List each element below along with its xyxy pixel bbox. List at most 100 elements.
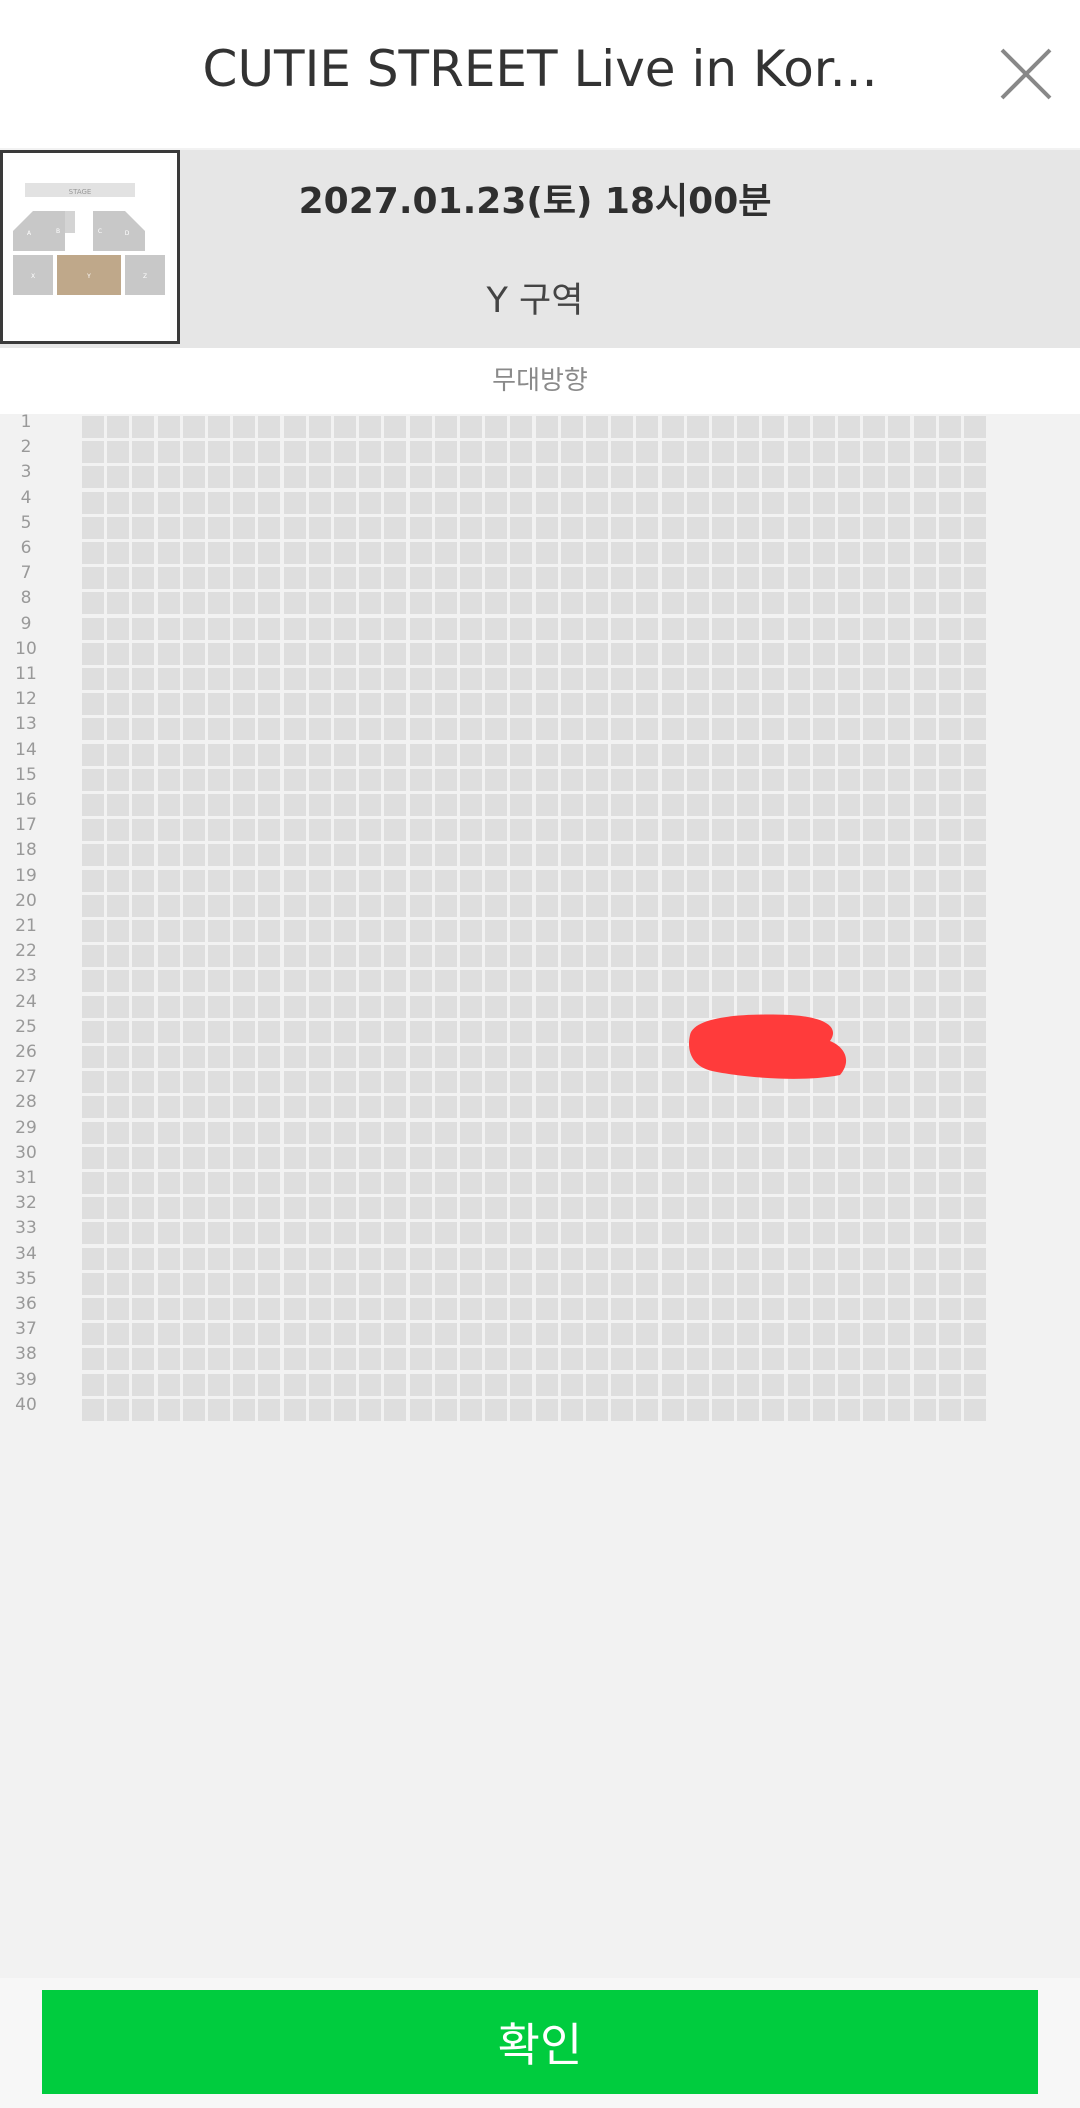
seat[interactable] <box>334 869 356 892</box>
seat[interactable] <box>913 1348 936 1371</box>
seat[interactable] <box>661 1096 684 1119</box>
seat[interactable] <box>434 894 457 917</box>
seat[interactable] <box>535 1096 558 1119</box>
seat[interactable] <box>208 1071 230 1094</box>
seat[interactable] <box>686 819 709 842</box>
seat[interactable] <box>208 1298 230 1320</box>
seat[interactable] <box>434 642 457 665</box>
seat[interactable] <box>409 542 432 564</box>
seat[interactable] <box>712 441 734 464</box>
seat[interactable] <box>157 1348 180 1371</box>
seat[interactable] <box>233 1272 256 1295</box>
seat[interactable] <box>384 1146 407 1169</box>
seat[interactable] <box>359 1348 382 1371</box>
seat[interactable] <box>132 1096 155 1119</box>
seat[interactable] <box>560 995 583 1018</box>
seat[interactable] <box>586 1398 608 1421</box>
seat[interactable] <box>636 1272 659 1295</box>
seat[interactable] <box>913 693 936 716</box>
seat[interactable] <box>283 466 306 489</box>
seat[interactable] <box>334 920 356 942</box>
seat[interactable] <box>888 1146 911 1169</box>
seat[interactable] <box>132 516 155 539</box>
seat[interactable] <box>636 1398 659 1421</box>
seat[interactable] <box>737 516 760 539</box>
seat[interactable] <box>560 819 583 842</box>
seat[interactable] <box>863 920 886 942</box>
seat[interactable] <box>107 1298 130 1320</box>
seat[interactable] <box>586 668 608 690</box>
seat[interactable] <box>258 1046 281 1068</box>
seat[interactable] <box>560 1121 583 1144</box>
seat[interactable] <box>132 768 155 791</box>
seat[interactable] <box>334 1247 356 1270</box>
seat[interactable] <box>82 1121 104 1144</box>
seat[interactable] <box>964 1146 986 1169</box>
seat[interactable] <box>560 617 583 640</box>
seat[interactable] <box>359 567 382 590</box>
seat[interactable] <box>812 1323 835 1346</box>
seat[interactable] <box>888 718 911 741</box>
seat[interactable] <box>157 743 180 766</box>
seat[interactable] <box>812 894 835 917</box>
seat[interactable] <box>838 844 860 867</box>
seat[interactable] <box>737 1096 760 1119</box>
seat[interactable] <box>182 869 205 892</box>
seat[interactable] <box>913 1298 936 1320</box>
seat[interactable] <box>812 1247 835 1270</box>
seat[interactable] <box>434 1197 457 1220</box>
seat[interactable] <box>334 1020 356 1043</box>
seat[interactable] <box>82 466 104 489</box>
seat[interactable] <box>460 416 482 438</box>
seat[interactable] <box>460 592 482 615</box>
seat[interactable] <box>182 768 205 791</box>
seat[interactable] <box>661 1146 684 1169</box>
seat[interactable] <box>359 718 382 741</box>
seat[interactable] <box>359 920 382 942</box>
seat[interactable] <box>510 743 533 766</box>
seat[interactable] <box>107 491 130 514</box>
seat[interactable] <box>434 441 457 464</box>
seat[interactable] <box>409 1323 432 1346</box>
seat[interactable] <box>863 1348 886 1371</box>
seat[interactable] <box>485 1398 508 1421</box>
seat[interactable] <box>208 693 230 716</box>
seat[interactable] <box>611 743 634 766</box>
seat[interactable] <box>334 693 356 716</box>
seat[interactable] <box>308 743 331 766</box>
seat[interactable] <box>233 1373 256 1396</box>
seat[interactable] <box>787 1172 810 1194</box>
seat[interactable] <box>762 1172 785 1194</box>
seat[interactable] <box>384 617 407 640</box>
seat[interactable] <box>737 819 760 842</box>
seat[interactable] <box>938 1298 961 1320</box>
venue-minimap[interactable]: STAGE A B C D X Y Z <box>0 150 180 344</box>
seat[interactable] <box>107 920 130 942</box>
seat[interactable] <box>636 945 659 968</box>
seat[interactable] <box>283 1197 306 1220</box>
seat[interactable] <box>712 1298 734 1320</box>
seat[interactable] <box>964 768 986 791</box>
seat[interactable] <box>661 668 684 690</box>
seat[interactable] <box>233 920 256 942</box>
seat[interactable] <box>82 819 104 842</box>
seat[interactable] <box>434 1398 457 1421</box>
seat[interactable] <box>434 542 457 564</box>
seat[interactable] <box>157 693 180 716</box>
seat[interactable] <box>510 1046 533 1068</box>
seat[interactable] <box>157 1096 180 1119</box>
seat[interactable] <box>258 794 281 816</box>
seat[interactable] <box>132 1348 155 1371</box>
seat[interactable] <box>636 1046 659 1068</box>
seat[interactable] <box>258 718 281 741</box>
seat[interactable] <box>409 466 432 489</box>
seat[interactable] <box>535 542 558 564</box>
seat[interactable] <box>384 1247 407 1270</box>
seat[interactable] <box>787 1298 810 1320</box>
seat[interactable] <box>82 1398 104 1421</box>
seat[interactable] <box>863 945 886 968</box>
seat[interactable] <box>82 1020 104 1043</box>
seat[interactable] <box>460 491 482 514</box>
seat[interactable] <box>233 1096 256 1119</box>
seat[interactable] <box>359 1071 382 1094</box>
